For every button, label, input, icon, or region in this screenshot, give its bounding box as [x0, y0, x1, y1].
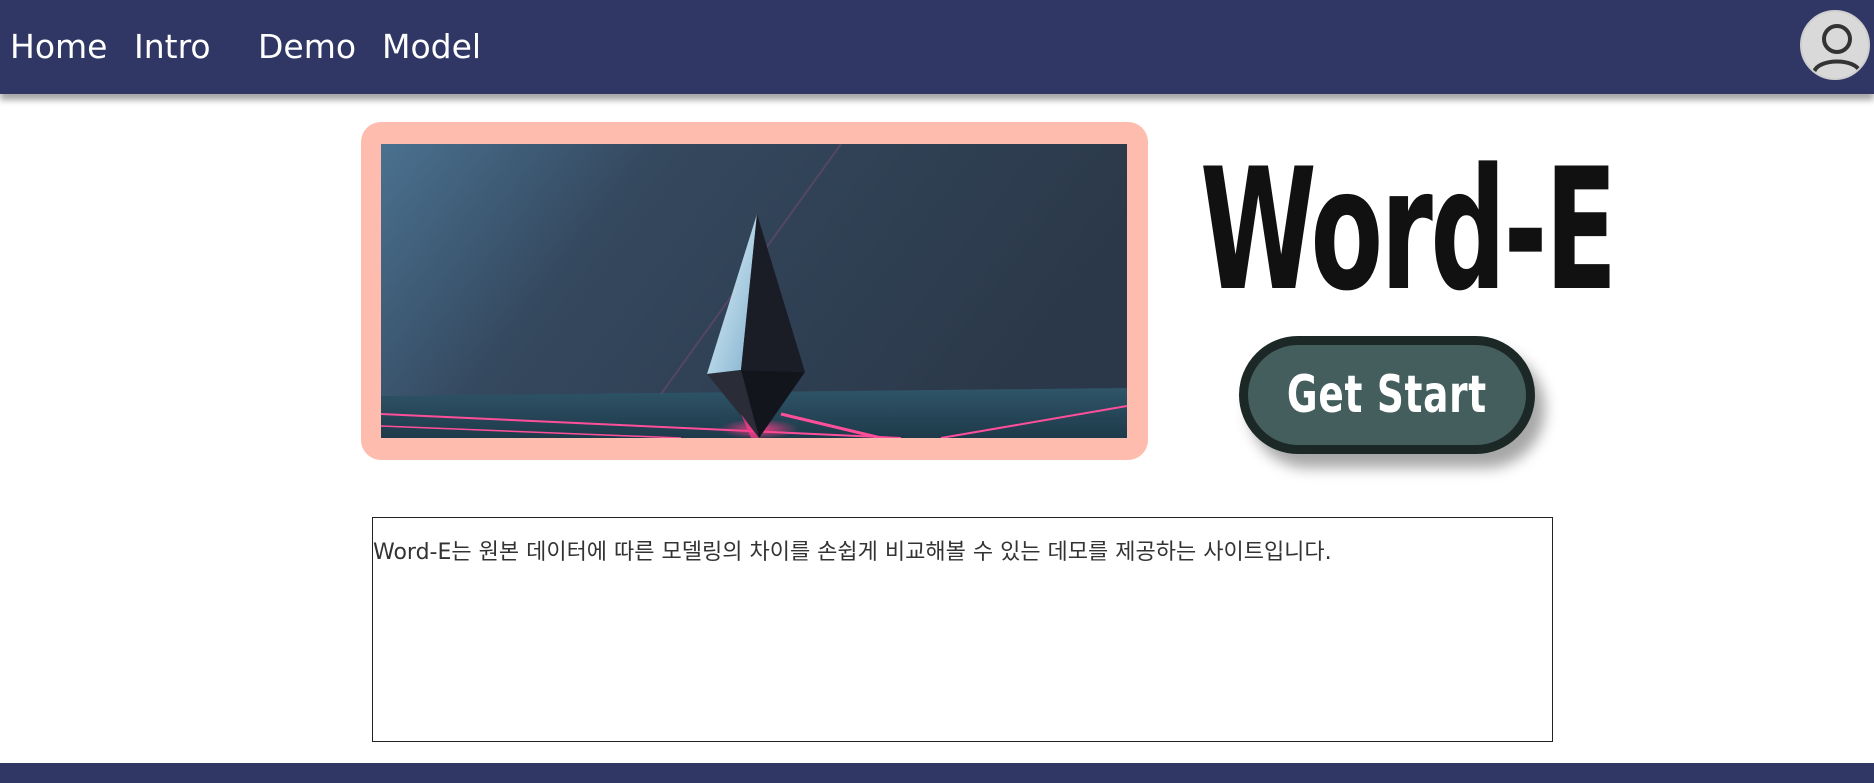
- nav-model[interactable]: Model: [382, 24, 481, 70]
- nav-demo[interactable]: Demo: [258, 24, 356, 70]
- top-navbar: Home Intro Demo Model: [0, 0, 1874, 94]
- nav-intro[interactable]: Intro: [134, 24, 211, 70]
- description-text: Word-E는 원본 데이터에 따른 모델링의 차이를 손쉽게 비교해볼 수 있…: [373, 540, 1332, 565]
- get-start-button[interactable]: Get Start: [1239, 336, 1535, 454]
- user-avatar-icon[interactable]: [1800, 10, 1870, 80]
- nav-home[interactable]: Home: [10, 24, 107, 70]
- hero-image-frame: [361, 122, 1148, 460]
- footer-bar: [0, 763, 1874, 783]
- description-box: Word-E는 원본 데이터에 따른 모델링의 차이를 손쉽게 비교해볼 수 있…: [372, 517, 1553, 742]
- get-start-label: Get Start: [1286, 365, 1488, 425]
- site-logo: Word-E: [1200, 132, 1617, 328]
- hero-image: [381, 144, 1127, 438]
